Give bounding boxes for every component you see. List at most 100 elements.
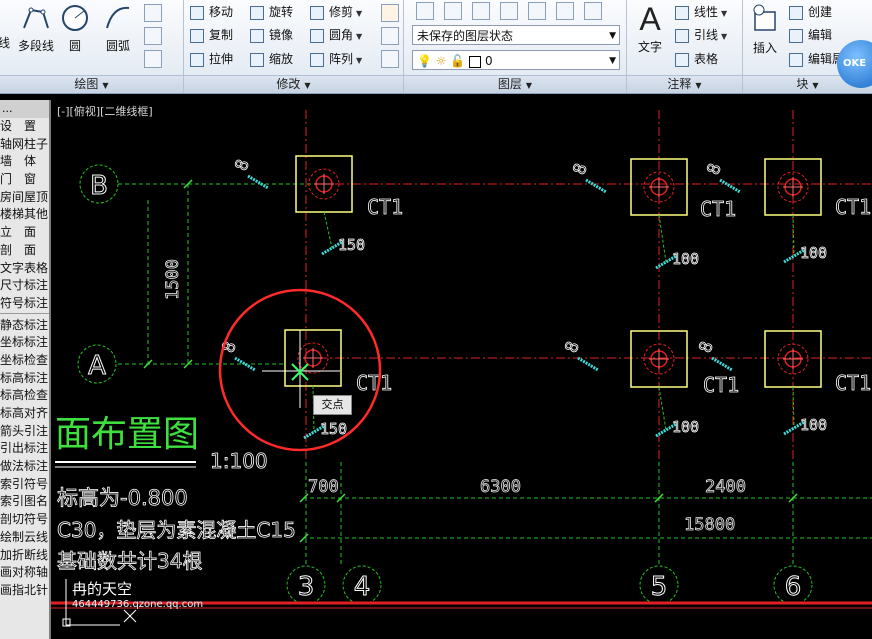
- layer-icon-4[interactable]: [500, 2, 518, 20]
- sidebar-item[interactable]: 标高标注: [0, 370, 49, 388]
- chevron-down-icon: ▼: [609, 31, 616, 41]
- annotation-panel: A 文字 线性 ▼ 引线 ▼ 表格 注释 ▼: [627, 0, 743, 93]
- sidebar-item[interactable]: 立 面: [0, 224, 49, 242]
- sidebar-item[interactable]: 静态标注: [0, 317, 49, 335]
- erase-icon[interactable]: [381, 4, 399, 22]
- drawing-canvas[interactable]: [51, 100, 872, 639]
- line-label: 线: [0, 36, 10, 50]
- line-tool[interactable]: 线: [0, 2, 14, 51]
- layer-icon-5[interactable]: [528, 2, 546, 20]
- sidebar-item[interactable]: 索引符号: [0, 476, 49, 494]
- sidebar-item[interactable]: 箭头引注: [0, 423, 49, 441]
- rotate-button[interactable]: 旋转: [250, 1, 293, 23]
- mirror-button[interactable]: 镜像: [250, 24, 293, 46]
- sidebar-item[interactable]: 画指北针: [0, 582, 49, 600]
- rotate-icon: [250, 5, 264, 20]
- stretch-button[interactable]: 拉伸: [190, 48, 233, 70]
- rectangle-icon[interactable]: [144, 4, 162, 22]
- edit-attribute-button[interactable]: 编辑属: [789, 48, 844, 70]
- sidebar-header: ...: [0, 100, 49, 118]
- arc-tool[interactable]: 圆弧: [100, 2, 136, 54]
- sidebar-item[interactable]: 剖切符号: [0, 511, 49, 529]
- scale-icon: [250, 52, 264, 67]
- layer-panel: 未保存的图层状态 ▼ 💡 ☼ 🔓 0 ▼ 图层 ▼: [404, 0, 627, 93]
- array-button[interactable]: 阵列 ▼: [310, 48, 362, 70]
- insert-tool[interactable]: 插入: [747, 2, 783, 56]
- move-button[interactable]: 移动: [190, 1, 233, 23]
- sidebar-item[interactable]: 轴网柱子: [0, 136, 49, 154]
- current-layer-select[interactable]: 💡 ☼ 🔓 0 ▼: [412, 50, 620, 70]
- circle-icon: [62, 5, 88, 31]
- linear-dim-button[interactable]: 线性 ▼: [675, 1, 727, 23]
- linear-dim-icon: [675, 5, 689, 20]
- draw-panel-title[interactable]: 绘图 ▼: [0, 75, 183, 93]
- leader-icon: [675, 28, 689, 43]
- layer-icon-2[interactable]: [444, 2, 462, 20]
- circle-tool[interactable]: 圆: [58, 2, 92, 54]
- hatch-icon[interactable]: [144, 27, 162, 45]
- sidebar-item[interactable]: 画对称轴: [0, 564, 49, 582]
- draw-panel: 线 多段线 圆 圆弧 绘图 ▼: [0, 0, 184, 93]
- layer-icon-6[interactable]: [556, 2, 574, 20]
- scale-button[interactable]: 缩放: [250, 48, 293, 70]
- trim-button[interactable]: 修剪 ▼: [310, 1, 362, 23]
- sidebar-group-main: 设 置轴网柱子墙 体门 窗房间屋顶 楼梯其他立 面剖 面文字表格 尺寸标注 符号标注: [0, 118, 49, 313]
- sidebar-group-annotation: 静态标注 坐标标注 坐标检查 标高标注 标高检查 标高对齐 箭头引注 引出标注 做法标注 索引符号…: [0, 317, 49, 600]
- table-button[interactable]: 表格: [675, 48, 718, 70]
- mirror-icon: [250, 28, 264, 43]
- watermark: 冉的天空 464449736.qzone.qq.com: [72, 578, 203, 610]
- layer-properties-icon[interactable]: [416, 2, 434, 20]
- copy-icon: [190, 28, 204, 43]
- chevron-down-icon: ▼: [609, 56, 616, 66]
- fillet-button[interactable]: 圆角 ▼: [310, 24, 362, 46]
- layer-state-select[interactable]: 未保存的图层状态 ▼: [412, 25, 620, 45]
- leader-button[interactable]: 引线 ▼: [675, 24, 727, 46]
- sidebar-item[interactable]: 引出标注: [0, 440, 49, 458]
- sidebar-item[interactable]: 标高对齐: [0, 405, 49, 423]
- sidebar-item[interactable]: 坐标标注: [0, 334, 49, 352]
- sidebar-item[interactable]: 做法标注: [0, 458, 49, 476]
- offset-icon[interactable]: [381, 50, 399, 68]
- stretch-icon: [190, 52, 204, 67]
- sidebar-item[interactable]: 标高检查: [0, 387, 49, 405]
- color-swatch: [469, 55, 482, 68]
- polyline-label: 多段线: [17, 39, 54, 53]
- sidebar-item[interactable]: 剖 面: [0, 242, 49, 260]
- insert-block-icon: [753, 4, 776, 31]
- explode-icon[interactable]: [381, 27, 399, 45]
- sidebar-item[interactable]: 门 窗: [0, 171, 49, 189]
- lightbulb-icon: 💡: [417, 54, 432, 68]
- sun-icon: ☼: [435, 54, 447, 68]
- sidebar-item[interactable]: 加折断线: [0, 547, 49, 565]
- polyline-tool[interactable]: 多段线: [16, 2, 56, 54]
- copy-button[interactable]: 复制: [190, 24, 233, 46]
- annotation-panel-title[interactable]: 注释 ▼: [627, 75, 742, 93]
- sidebar-item[interactable]: 绘制云线: [0, 529, 49, 547]
- viewport-label[interactable]: [-][俯视][二维线框]: [57, 103, 153, 119]
- sidebar-item[interactable]: 索引图名: [0, 493, 49, 511]
- fillet-icon: [310, 28, 324, 43]
- sidebar-item[interactable]: 坐标检查: [0, 352, 49, 370]
- region-icon[interactable]: [144, 50, 162, 68]
- layer-icon-7[interactable]: [584, 2, 602, 20]
- layer-icon-3[interactable]: [472, 2, 490, 20]
- lock-icon: 🔓: [450, 54, 466, 68]
- sidebar-item[interactable]: 楼梯其他: [0, 206, 49, 224]
- edit-block-button[interactable]: 编辑: [789, 24, 832, 46]
- array-icon: [310, 52, 324, 67]
- sidebar-item[interactable]: 符号标注: [0, 295, 49, 313]
- sidebar-item[interactable]: 文字表格: [0, 260, 49, 278]
- move-icon: [190, 5, 204, 20]
- sidebar-item[interactable]: 墙 体: [0, 153, 49, 171]
- modify-panel: 移动 旋转 修剪 ▼ 复制 镜像 圆角 ▼ 拉伸 缩放 阵列 ▼ 修改 ▼: [184, 0, 404, 93]
- modify-panel-title[interactable]: 修改 ▼: [184, 75, 403, 93]
- arc-icon: [106, 6, 130, 29]
- text-icon: A: [639, 1, 661, 37]
- arc-label: 圆弧: [105, 39, 130, 53]
- text-tool[interactable]: A 文字: [635, 0, 665, 55]
- create-block-button[interactable]: 创建: [789, 1, 832, 23]
- sidebar-item[interactable]: 房间屋顶: [0, 189, 49, 207]
- sidebar-item[interactable]: 设 置: [0, 118, 49, 136]
- sidebar-item[interactable]: 尺寸标注: [0, 277, 49, 295]
- layer-panel-title[interactable]: 图层 ▼: [404, 75, 626, 93]
